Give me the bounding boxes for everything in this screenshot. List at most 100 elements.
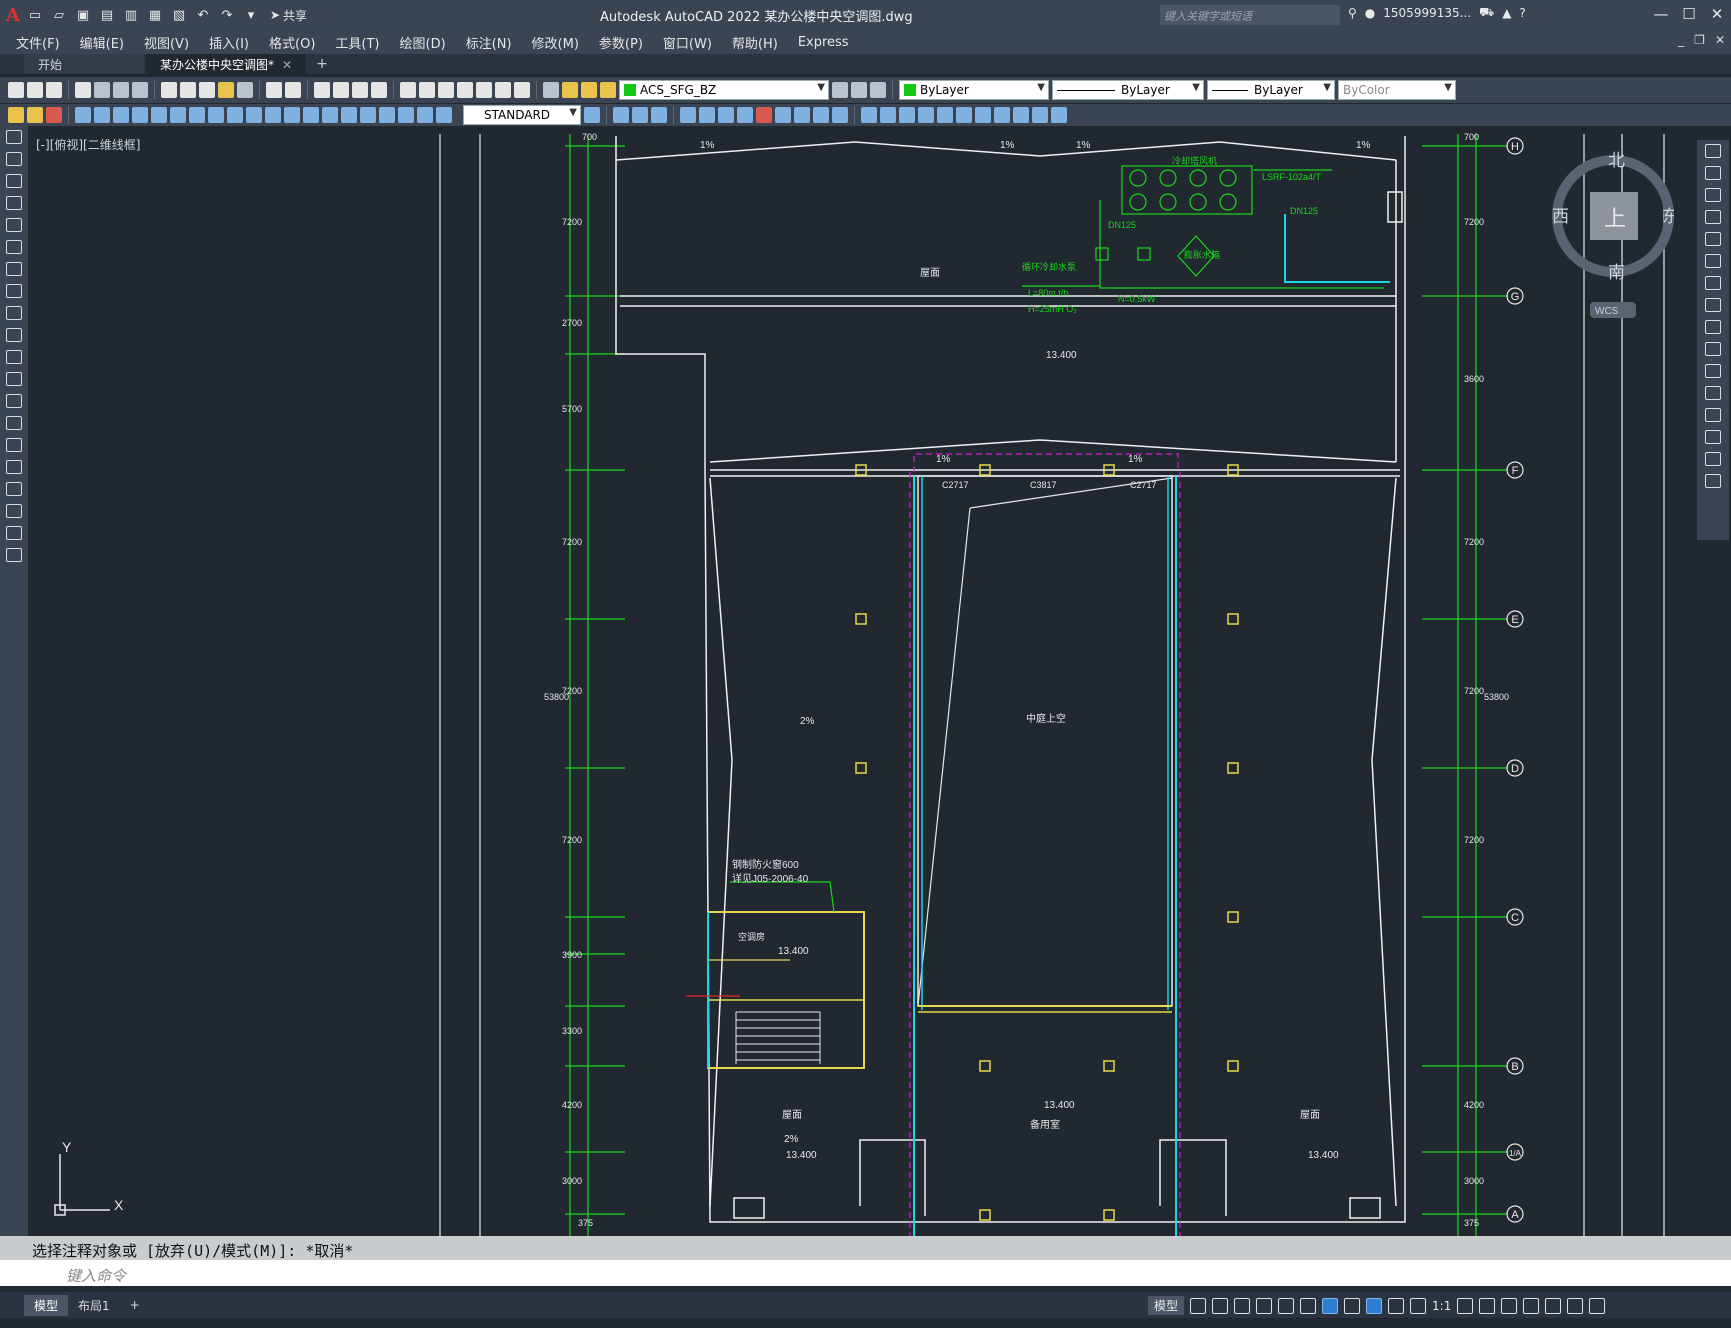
- arc-length-icon[interactable]: [113, 107, 129, 123]
- tab-start[interactable]: 开始: [24, 54, 144, 74]
- publish-icon[interactable]: [113, 82, 129, 98]
- markup-icon[interactable]: [476, 82, 492, 98]
- object-snap-tracking-icon[interactable]: [1300, 1297, 1317, 1314]
- annotation-scale-icon[interactable]: [1410, 1297, 1427, 1314]
- object-snap-icon[interactable]: [1322, 1297, 1339, 1314]
- ellipse-arc-icon[interactable]: [6, 350, 22, 364]
- ucs-face-icon[interactable]: [737, 107, 753, 123]
- undo-icon[interactable]: ↶: [194, 6, 212, 24]
- layer-states-icon[interactable]: [870, 82, 886, 98]
- menu-express[interactable]: Express: [788, 35, 859, 50]
- wcs-menu[interactable]: WCS: [1595, 306, 1619, 317]
- line-icon[interactable]: [6, 130, 22, 144]
- 3d-box-icon[interactable]: [613, 107, 629, 123]
- table-icon[interactable]: [6, 504, 22, 518]
- linear-dim-icon[interactable]: [75, 107, 91, 123]
- ordinate-dim-icon[interactable]: [132, 107, 148, 123]
- view-bottom-icon[interactable]: [880, 107, 896, 123]
- array-icon[interactable]: [1705, 232, 1721, 246]
- zoom-realtime-icon[interactable]: [333, 82, 349, 98]
- copy-icon[interactable]: [180, 82, 196, 98]
- new-tab-icon[interactable]: +: [316, 56, 328, 74]
- lineweight-icon[interactable]: [1344, 1297, 1361, 1314]
- menu-window[interactable]: 窗口(W): [653, 33, 722, 52]
- new-file-icon[interactable]: ▭: [26, 6, 44, 24]
- insert-block-icon[interactable]: [6, 372, 22, 386]
- circle-icon[interactable]: [6, 262, 22, 276]
- search-icon[interactable]: ⚲: [1348, 6, 1357, 20]
- ucs-origin-icon[interactable]: [794, 107, 810, 123]
- construction-line-icon[interactable]: [6, 152, 22, 166]
- tab-close-icon[interactable]: ✕: [282, 58, 292, 72]
- help-icon[interactable]: [514, 82, 530, 98]
- 3d-print-icon[interactable]: [132, 82, 148, 98]
- gradient-icon[interactable]: [6, 460, 22, 474]
- ucs-zaxis-icon[interactable]: [813, 107, 829, 123]
- isolate-objects-icon[interactable]: [1545, 1297, 1562, 1314]
- isodraft-icon[interactable]: [1278, 1297, 1295, 1314]
- baseline-dim-icon[interactable]: [246, 107, 262, 123]
- customize-menu-icon[interactable]: [1589, 1297, 1606, 1314]
- save-as-icon[interactable]: ▤: [98, 6, 116, 24]
- open-web-icon[interactable]: ▥: [122, 6, 140, 24]
- viewcube-east[interactable]: 东: [1662, 207, 1679, 226]
- point-icon[interactable]: [6, 416, 22, 430]
- save-icon[interactable]: ▣: [74, 6, 92, 24]
- copy-icon[interactable]: [1705, 166, 1721, 180]
- scale-value[interactable]: 1:1: [1432, 1299, 1451, 1313]
- menu-file[interactable]: 文件(F): [0, 33, 70, 52]
- drawing-canvas[interactable]: H G F E D C B 1/A A 700 7200 2700 5700 7…: [30, 126, 1695, 1236]
- tab-layout1[interactable]: 布局1: [68, 1295, 120, 1316]
- username[interactable]: 1505999135...: [1383, 6, 1471, 20]
- fly-icon[interactable]: [1032, 107, 1048, 123]
- tool-palettes-icon[interactable]: [438, 82, 454, 98]
- zoom-previous-icon[interactable]: [371, 82, 387, 98]
- viewcube-top-label[interactable]: 上: [1604, 206, 1626, 231]
- rectangle-icon[interactable]: [6, 218, 22, 232]
- region-icon[interactable]: [6, 482, 22, 496]
- search-input[interactable]: 键入关键字或短语: [1160, 5, 1340, 25]
- make-current-icon[interactable]: [832, 82, 848, 98]
- ucs-icon[interactable]: [680, 107, 696, 123]
- doc-minimize-icon[interactable]: _: [1678, 33, 1684, 47]
- open-file-icon[interactable]: ▱: [50, 6, 68, 24]
- view-back-icon[interactable]: [956, 107, 972, 123]
- minimize-icon[interactable]: —: [1650, 4, 1672, 24]
- break-icon[interactable]: [1705, 386, 1721, 400]
- autocad-logo-icon[interactable]: A: [6, 5, 20, 26]
- fullscreen-icon[interactable]: [1567, 1297, 1584, 1314]
- stretch-icon[interactable]: [1705, 320, 1721, 334]
- chamfer-icon[interactable]: [1705, 430, 1721, 444]
- view-right-icon[interactable]: [918, 107, 934, 123]
- cut-icon[interactable]: [161, 82, 177, 98]
- tolerance-icon[interactable]: [322, 107, 338, 123]
- model-space-toggle[interactable]: 模型: [1148, 1296, 1185, 1315]
- angular-dim-icon[interactable]: [208, 107, 224, 123]
- viewcube-west[interactable]: 西: [1552, 207, 1569, 226]
- menu-view[interactable]: 视图(V): [134, 33, 199, 52]
- jogged-linear-icon[interactable]: [379, 107, 395, 123]
- new-layout-icon[interactable]: +: [120, 1296, 150, 1314]
- polygon-icon[interactable]: [6, 196, 22, 210]
- aligned-dim-icon[interactable]: [94, 107, 110, 123]
- insert-block-icon[interactable]: [27, 107, 43, 123]
- dim-text-edit-icon[interactable]: [417, 107, 433, 123]
- arc-icon[interactable]: [6, 240, 22, 254]
- spline-icon[interactable]: [6, 306, 22, 320]
- layer-on-icon[interactable]: [562, 82, 578, 98]
- extend-icon[interactable]: [1705, 364, 1721, 378]
- ucs-previous-icon[interactable]: [718, 107, 734, 123]
- hatch-icon[interactable]: [46, 107, 62, 123]
- doc-restore-icon[interactable]: ❐: [1694, 33, 1705, 47]
- layer-dropdown[interactable]: ACS_SFG_BZ ▼: [619, 80, 829, 100]
- quick-properties-icon[interactable]: [1523, 1297, 1540, 1314]
- pan-icon[interactable]: [314, 82, 330, 98]
- undo-icon[interactable]: [266, 82, 282, 98]
- offset-icon[interactable]: [1705, 210, 1721, 224]
- user-icon[interactable]: ●: [1365, 6, 1375, 20]
- close-icon[interactable]: ✕: [1706, 4, 1728, 24]
- explode-icon[interactable]: [1705, 474, 1721, 488]
- viewcube-north[interactable]: 北: [1608, 151, 1625, 170]
- linetype-dropdown[interactable]: ByLayer ▼: [1052, 80, 1204, 100]
- view-front-icon[interactable]: [937, 107, 953, 123]
